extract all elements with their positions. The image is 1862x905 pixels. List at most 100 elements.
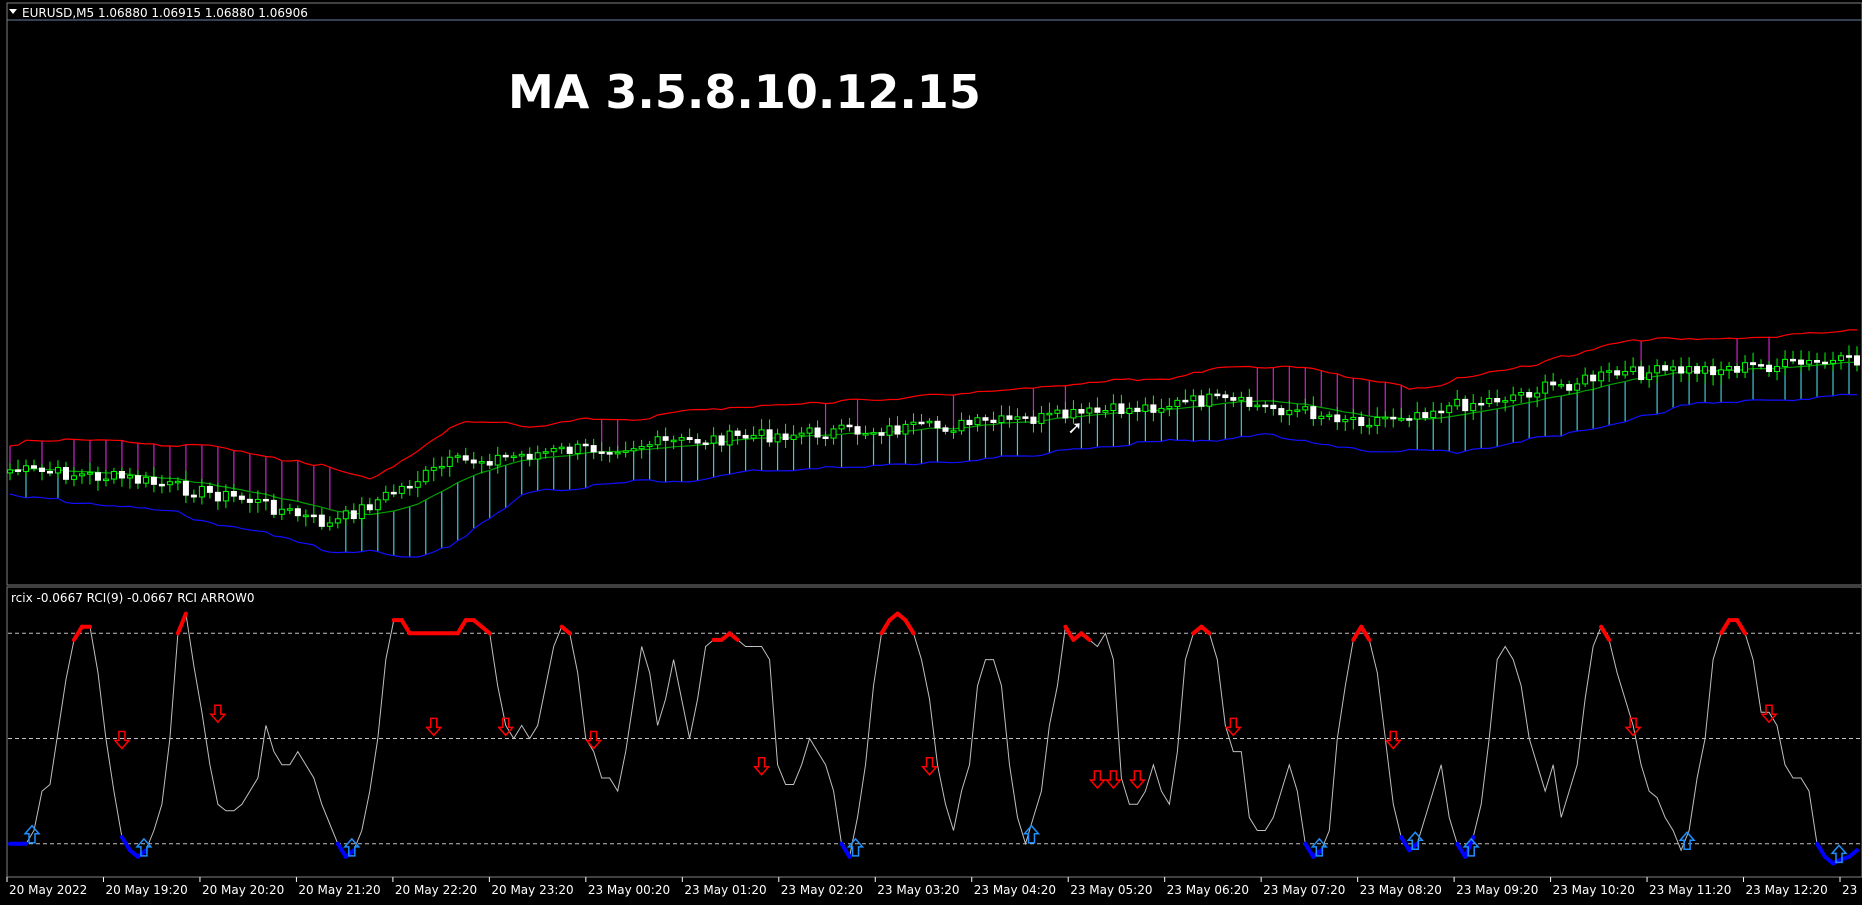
price-candle [846, 424, 853, 428]
price-candle [1606, 370, 1613, 373]
price-candle [1222, 394, 1229, 399]
price-candle [1806, 360, 1813, 365]
price-candle [1270, 404, 1277, 410]
indicator-sub-window[interactable] [6, 586, 1862, 878]
price-candle [550, 447, 557, 453]
time-axis-label: 23 May 02:20 [781, 883, 863, 897]
price-candle [710, 435, 717, 444]
price-candle [1398, 418, 1405, 421]
price-candle [1054, 409, 1061, 414]
price-candle [574, 443, 581, 454]
price-candle [982, 417, 989, 421]
time-axis-label: 20 May 21:20 [298, 883, 380, 897]
price-candle [646, 444, 653, 448]
price-candle [774, 433, 781, 443]
price-candle [1830, 359, 1837, 364]
price-candle [686, 437, 693, 441]
price-candle [430, 466, 437, 471]
price-candle [470, 459, 477, 464]
price-candle [1846, 355, 1853, 358]
time-axis-label: 23 May 03:20 [877, 883, 959, 897]
price-candle [1686, 366, 1693, 374]
price-candle [542, 451, 549, 454]
price-candle [990, 419, 997, 424]
price-candle [758, 429, 765, 436]
price-candle [150, 476, 157, 485]
price-candle [502, 454, 509, 458]
chart-window[interactable]: EURUSD,M5 1.06880 1.06915 1.06880 1.0690… [0, 0, 1862, 905]
time-axis-label: 23 May 12:20 [1746, 883, 1828, 897]
price-candle [62, 467, 69, 480]
price-candle [1110, 403, 1117, 412]
price-candle [1502, 400, 1509, 403]
price-candle [1014, 416, 1021, 420]
price-candle [270, 499, 277, 515]
price-candle [526, 453, 533, 460]
price-candle [790, 434, 797, 441]
price-candle [1006, 415, 1013, 420]
price-candle [1086, 407, 1093, 414]
price-candle [486, 461, 493, 466]
price-candle [1038, 413, 1045, 424]
price-candle [1134, 407, 1141, 412]
price-candle [1598, 371, 1605, 382]
price-candle [886, 425, 893, 436]
price-candle [254, 498, 261, 503]
price-candle [1150, 404, 1157, 413]
price-candle [342, 510, 349, 520]
price-candle [510, 455, 517, 459]
price-candle [862, 433, 869, 436]
price-candle [1238, 396, 1245, 401]
price-candle [1262, 404, 1269, 408]
price-candle [1614, 370, 1621, 376]
time-axis-label: 23 May 07:20 [1263, 883, 1345, 897]
price-candle [1342, 418, 1349, 423]
price-candle [1774, 366, 1781, 373]
price-candle [1278, 408, 1285, 416]
price-candle [838, 424, 845, 430]
price-candle [1622, 370, 1629, 376]
time-axis-label: 23 May 04:20 [974, 883, 1056, 897]
price-candle [1822, 361, 1829, 365]
price-candle [798, 432, 805, 436]
price-candle [1462, 398, 1469, 412]
price-candle [398, 485, 405, 494]
price-candle [134, 475, 141, 484]
price-candle [190, 494, 197, 498]
time-axis-label: 23 May 06:20 [1167, 883, 1249, 897]
price-candle [1670, 366, 1677, 371]
price-candle [1526, 392, 1533, 398]
price-candle [1214, 393, 1221, 397]
price-candle [1430, 410, 1437, 419]
price-candle [1726, 366, 1733, 371]
price-candle [166, 481, 173, 486]
price-candle [198, 485, 205, 498]
price-candle [894, 425, 901, 435]
price-candle [1286, 409, 1293, 416]
price-candle [566, 446, 573, 454]
price-candle [1438, 410, 1445, 414]
price-candle [1198, 395, 1205, 407]
price-candle [1558, 384, 1565, 387]
price-candle [934, 420, 941, 429]
symbol-info-line: EURUSD,M5 1.06880 1.06915 1.06880 1.0690… [22, 6, 308, 20]
price-candle [454, 455, 461, 458]
time-axis-label: 20 May 22:20 [395, 883, 477, 897]
price-candle [230, 491, 237, 497]
price-candle [878, 432, 885, 436]
price-candle [30, 465, 37, 469]
price-candle [1390, 416, 1397, 420]
price-candle [1766, 364, 1773, 373]
price-candle [206, 485, 213, 493]
price-candle [1486, 397, 1493, 404]
time-axis-label: 20 May 2022 [9, 883, 87, 897]
price-candle [942, 427, 949, 432]
price-candle [246, 498, 253, 503]
time-axis-label: 23 May 05:20 [1070, 883, 1152, 897]
price-candle [630, 448, 637, 452]
price-candle [1294, 409, 1301, 412]
price-candle [606, 452, 613, 455]
price-candle [38, 467, 45, 472]
price-candle [1582, 374, 1589, 385]
price-candle [70, 475, 77, 480]
